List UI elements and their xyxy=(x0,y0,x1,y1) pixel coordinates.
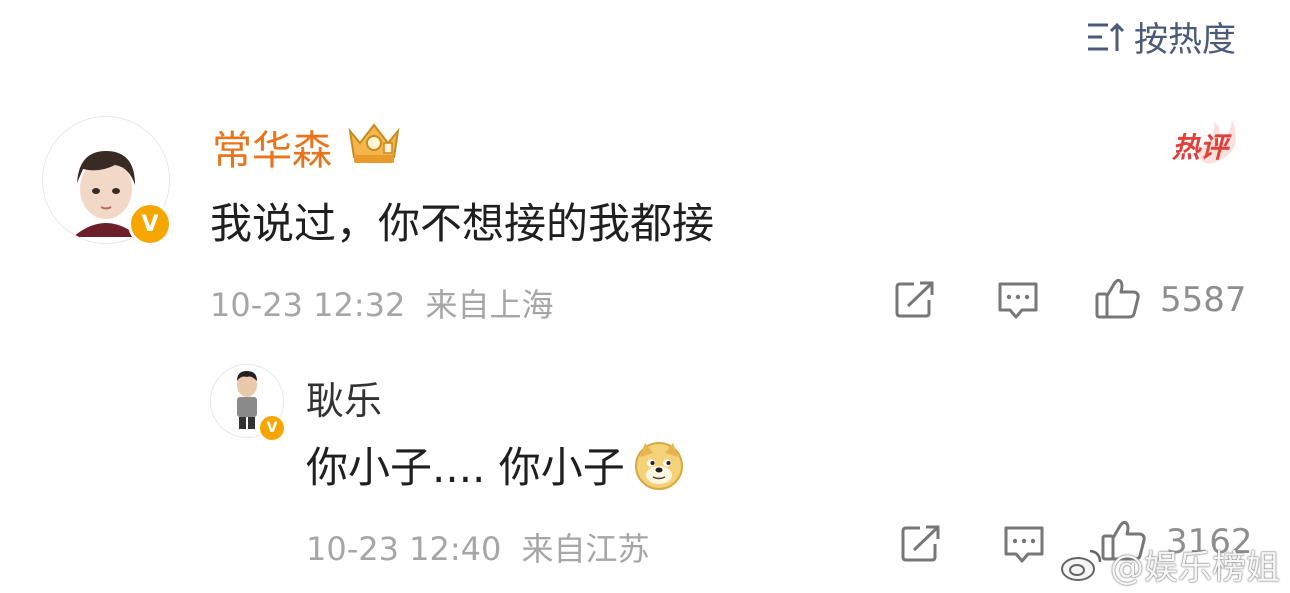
crown-badge-icon xyxy=(348,123,400,163)
comment-location: 来自上海 xyxy=(425,286,554,324)
hot-comment-badge: 热评 xyxy=(1170,118,1246,168)
reply-location: 来自江苏 xyxy=(521,530,650,568)
reply-meta: 10-23 12:40 来自江苏 xyxy=(306,524,650,570)
sort-by-hot-button[interactable]: 按热度 xyxy=(1086,12,1236,61)
like-icon[interactable] xyxy=(1094,276,1142,320)
doge-emoji-icon xyxy=(634,441,683,490)
reply-text-row: 你小子.... 你小子 xyxy=(306,434,685,495)
share-icon[interactable] xyxy=(894,280,936,320)
like-count: 5587 xyxy=(1160,280,1247,320)
sort-label: 按热度 xyxy=(1134,20,1236,60)
reply-time: 10-23 12:40 xyxy=(306,530,502,568)
weibo-logo-icon xyxy=(1061,549,1102,581)
hot-badge-label: 热评 xyxy=(1172,131,1229,164)
comment-icon[interactable] xyxy=(996,280,1040,320)
verified-badge-icon: V xyxy=(128,202,172,246)
comment-text: 我说过，你不想接的我都接 xyxy=(210,199,715,248)
watermark: @娱乐榜姐 xyxy=(1060,540,1280,589)
comment-time: 10-23 12:32 xyxy=(210,286,406,324)
reply-text: 你小子.... 你小子 xyxy=(306,443,625,492)
comment-author-name[interactable]: 常华森 xyxy=(212,118,332,176)
reply-comment-icon[interactable] xyxy=(1002,524,1046,564)
sort-icon xyxy=(1088,22,1125,51)
reply-verified-badge-icon: V xyxy=(258,414,286,442)
reply-share-icon[interactable] xyxy=(900,524,942,564)
watermark-text: @娱乐榜姐 xyxy=(1110,548,1280,588)
reply-author-name[interactable]: 耿乐 xyxy=(306,370,382,425)
comment-meta: 10-23 12:32 来自上海 xyxy=(210,280,554,326)
